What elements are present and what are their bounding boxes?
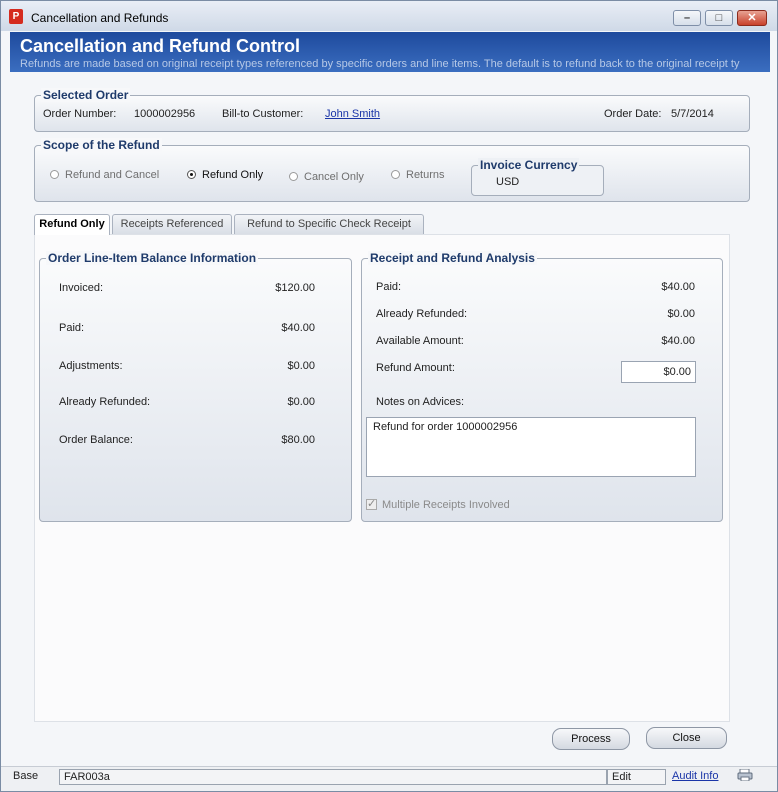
mode-field: Edit bbox=[607, 769, 666, 785]
radio-cancel-only[interactable]: Cancel Only bbox=[289, 171, 364, 183]
form-id-field: FAR003a bbox=[59, 769, 607, 785]
invoice-currency-value: USD bbox=[496, 176, 520, 188]
window-title: Cancellation and Refunds bbox=[31, 11, 169, 25]
balance-legend: Order Line-Item Balance Information bbox=[46, 251, 259, 265]
radio-icon bbox=[50, 170, 59, 179]
minimize-button[interactable]: – bbox=[673, 10, 701, 26]
analysis-paid-value: $40.00 bbox=[661, 281, 695, 293]
notes-on-advices-label: Notes on Advices: bbox=[376, 396, 465, 408]
order-number-label: Order Number: bbox=[43, 108, 117, 120]
radio-label: Refund and Cancel bbox=[65, 169, 160, 181]
window-close-button[interactable]: ✕ bbox=[737, 10, 767, 26]
audit-info-link[interactable]: Audit Info bbox=[672, 770, 718, 782]
bill-to-customer-label: Bill-to Customer: bbox=[222, 108, 304, 120]
refund-amount-input[interactable]: $0.00 bbox=[621, 361, 696, 383]
tab-receipts-referenced[interactable]: Receipts Referenced bbox=[112, 214, 232, 234]
process-button[interactable]: Process bbox=[552, 728, 630, 750]
radio-icon bbox=[289, 172, 298, 181]
balance-info-group: Order Line-Item Balance Information Invo… bbox=[39, 251, 352, 522]
radio-label: Returns bbox=[406, 169, 445, 181]
order-balance-value: $80.00 bbox=[281, 434, 315, 446]
order-number-value: 1000002956 bbox=[134, 108, 196, 120]
page-subtitle: Refunds are made based on original recei… bbox=[20, 58, 740, 70]
paid-value: $40.00 bbox=[281, 322, 315, 334]
close-icon: ✕ bbox=[747, 12, 757, 24]
app-logo-icon: P bbox=[9, 9, 23, 24]
notes-on-advices-textarea[interactable]: Refund for order 1000002956 bbox=[366, 417, 696, 477]
invoiced-label: Invoiced: bbox=[59, 282, 104, 294]
refund-amount-label: Refund Amount: bbox=[376, 362, 455, 374]
scope-legend: Scope of the Refund bbox=[41, 138, 162, 152]
paid-label: Paid: bbox=[59, 322, 85, 334]
radio-refund-only[interactable]: Refund Only bbox=[187, 169, 263, 181]
base-label: Base bbox=[13, 770, 39, 782]
analysis-already-refunded-value: $0.00 bbox=[667, 308, 695, 320]
radio-label: Cancel Only bbox=[304, 171, 364, 183]
multiple-receipts-label: Multiple Receipts Involved bbox=[382, 499, 510, 511]
radio-selected-icon bbox=[187, 170, 196, 179]
order-balance-label: Order Balance: bbox=[59, 434, 133, 446]
order-date-value: 5/7/2014 bbox=[671, 108, 714, 120]
analysis-already-refunded-label: Already Refunded: bbox=[376, 308, 468, 320]
already-refunded-value: $0.00 bbox=[287, 396, 315, 408]
adjustments-label: Adjustments: bbox=[59, 360, 123, 372]
invoice-currency-group: Invoice Currency USD bbox=[471, 158, 604, 196]
radio-refund-and-cancel[interactable]: Refund and Cancel bbox=[50, 169, 159, 181]
maximize-icon: □ bbox=[715, 12, 723, 24]
available-amount-label: Available Amount: bbox=[376, 335, 464, 347]
tab-strip: Refund Only Receipts Referenced Refund t… bbox=[34, 214, 734, 235]
cancellation-refunds-window: P Cancellation and Refunds – □ ✕ Cancell… bbox=[0, 0, 778, 792]
status-bar: Base FAR003a Edit Audit Info bbox=[1, 766, 777, 791]
radio-label: Refund Only bbox=[202, 169, 264, 181]
bill-to-customer-link[interactable]: John Smith bbox=[325, 108, 380, 120]
close-button[interactable]: Close bbox=[646, 727, 727, 749]
refund-analysis-group: Receipt and Refund Analysis Paid: $40.00… bbox=[361, 251, 723, 522]
tab-refund-only[interactable]: Refund Only bbox=[34, 214, 110, 235]
analysis-paid-label: Paid: bbox=[376, 281, 402, 293]
available-amount-value: $40.00 bbox=[661, 335, 695, 347]
multiple-receipts-checkbox[interactable]: Multiple Receipts Involved bbox=[366, 497, 510, 511]
title-bar: P Cancellation and Refunds – □ ✕ bbox=[1, 1, 777, 31]
scope-of-refund-group: Scope of the Refund Refund and Cancel Re… bbox=[34, 138, 750, 202]
printer-icon[interactable] bbox=[737, 769, 753, 781]
radio-returns[interactable]: Returns bbox=[391, 169, 445, 181]
already-refunded-label: Already Refunded: bbox=[59, 396, 151, 408]
selected-order-group: Selected Order Order Number: 1000002956 … bbox=[34, 88, 750, 132]
analysis-legend: Receipt and Refund Analysis bbox=[368, 251, 537, 265]
order-date-label: Order Date: bbox=[604, 108, 662, 120]
minimize-icon: – bbox=[683, 12, 691, 24]
checkbox-checked-icon bbox=[366, 497, 377, 510]
invoiced-value: $120.00 bbox=[275, 282, 315, 294]
selected-order-legend: Selected Order bbox=[41, 88, 131, 102]
invoice-currency-legend: Invoice Currency bbox=[478, 158, 580, 172]
radio-icon bbox=[391, 170, 400, 179]
adjustments-value: $0.00 bbox=[287, 360, 315, 372]
maximize-button[interactable]: □ bbox=[705, 10, 733, 26]
page-header: Cancellation and Refund Control Refunds … bbox=[10, 32, 770, 72]
page-title: Cancellation and Refund Control bbox=[20, 36, 301, 56]
tab-refund-to-check-receipt[interactable]: Refund to Specific Check Receipt bbox=[234, 214, 424, 234]
